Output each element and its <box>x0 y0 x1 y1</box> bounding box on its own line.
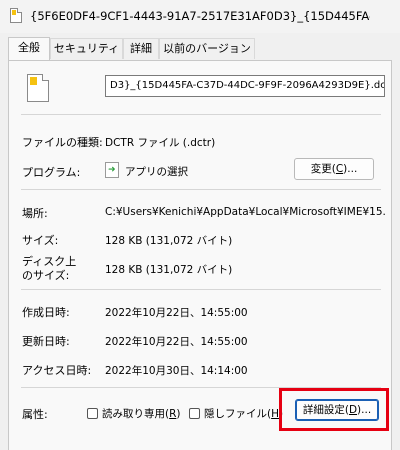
readonly-label-suffix: ) <box>176 408 181 420</box>
program-label: プログラム: <box>22 166 81 179</box>
hidden-label[interactable]: 隠しファイル(H) <box>204 406 283 421</box>
document-icon <box>27 74 49 102</box>
accessed-value: 2022年10月30日、14:14:00 <box>105 365 248 377</box>
tab-general[interactable]: 全般 <box>8 37 50 60</box>
file-type-label: ファイルの種類: <box>22 136 103 149</box>
hidden-checkbox[interactable] <box>189 408 200 419</box>
tab-security[interactable]: セキュリティ <box>50 38 123 59</box>
title-bar: {5F6E0DF4-9CF1-4443-91A7-2517E31AF0D3}_{… <box>0 0 400 33</box>
created-label: 作成日時: <box>22 306 70 319</box>
change-button-text: 変更( <box>310 163 336 175</box>
disk-size-label: ディスク上 のサイズ: <box>22 255 76 283</box>
readonly-label-text: 読み取り専用( <box>102 408 170 420</box>
disk-size-label-line1: ディスク上 <box>22 255 77 268</box>
change-button-suffix: )... <box>343 163 358 175</box>
readonly-label[interactable]: 読み取り専用(R) <box>102 406 181 421</box>
file-type-value: DCTR ファイル (.dctr) <box>105 137 216 149</box>
hidden-label-text: 隠しファイル( <box>204 408 272 420</box>
window-title: {5F6E0DF4-9CF1-4443-91A7-2517E31AF0D3}_{… <box>30 9 370 23</box>
disk-size-value: 128 KB (131,072 バイト) <box>105 264 233 276</box>
file-name-field[interactable]: D3}_{15D445FA-C37D-44DC-9F9F-2096A4293D9… <box>105 75 385 97</box>
created-value: 2022年10月22日、14:55:00 <box>105 307 248 319</box>
highlight-box <box>279 388 389 431</box>
modified-value: 2022年10月22日、14:55:00 <box>105 336 248 348</box>
accessed-label: アクセス日時: <box>22 364 92 377</box>
separator <box>21 114 381 115</box>
size-label: サイズ: <box>22 234 59 247</box>
location-value: C:¥Users¥Kenichi¥AppData¥Local¥Microsoft… <box>105 206 385 218</box>
attributes-label: 属性: <box>22 408 48 421</box>
size-value: 128 KB (131,072 バイト) <box>105 235 233 247</box>
app-select-icon: ➜ <box>105 162 119 178</box>
file-icon <box>10 8 22 23</box>
location-label: 場所: <box>22 207 48 220</box>
disk-size-label-line2: のサイズ: <box>22 269 70 282</box>
tab-previous-versions[interactable]: 以前のバージョン <box>159 38 255 59</box>
program-value: アプリの選択 <box>125 166 188 178</box>
readonly-checkbox[interactable] <box>87 408 98 419</box>
change-button[interactable]: 変更(C)... <box>294 158 374 180</box>
modified-label: 更新日時: <box>22 335 70 348</box>
hidden-label-key: H <box>271 408 280 420</box>
tab-details[interactable]: 詳細 <box>123 38 159 59</box>
separator <box>21 289 381 290</box>
separator <box>21 189 381 190</box>
